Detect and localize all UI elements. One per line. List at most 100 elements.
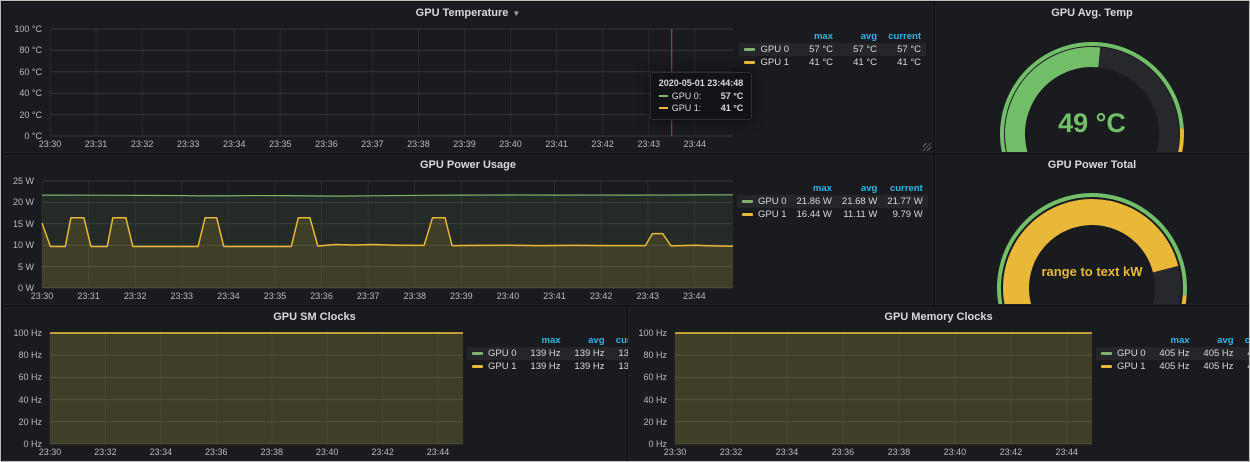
panel-title-gpu-temperature[interactable]: GPU Temperature▼ <box>4 4 932 22</box>
x-axis-label: 23:30 <box>33 139 67 149</box>
legend-value-max: 139 Hz <box>522 360 566 373</box>
legend-value-max: 139 Hz <box>522 347 566 360</box>
y-axis-label: 80 Hz <box>4 350 42 360</box>
legend-header-avg[interactable]: avg <box>1195 334 1239 347</box>
x-axis-label: 23:38 <box>255 447 289 457</box>
legend-series-gpu0[interactable]: GPU 0 <box>488 348 517 359</box>
x-axis-label: 23:40 <box>491 291 525 301</box>
chart-tooltip: 2020-05-01 23:44:48 GPU 0: 57 °C GPU 1: … <box>650 72 753 120</box>
legend-series-gpu0[interactable]: GPU 0 <box>758 196 787 207</box>
panel-gpu-sm-clocks: GPU SM Clocks 0 Hz20 Hz40 Hz60 Hz80 Hz10… <box>3 307 626 461</box>
x-axis-label: 23:43 <box>631 291 665 301</box>
legend-value-avg: 405 Hz <box>1195 360 1239 373</box>
x-axis-label: 23:40 <box>310 447 344 457</box>
x-axis-label: 23:31 <box>72 291 106 301</box>
legend-series-gpu1[interactable]: GPU 1 <box>488 361 517 372</box>
series-dash <box>472 365 483 368</box>
tooltip-series-label: GPU 1: <box>672 103 702 113</box>
x-axis-label: 23:31 <box>79 139 113 149</box>
panel-gpu-memory-clocks: GPU Memory Clocks 0 Hz20 Hz40 Hz60 Hz80 … <box>628 307 1249 461</box>
legend-header-max[interactable]: max <box>792 182 837 195</box>
gpu-sm-clocks-chart[interactable]: 0 Hz20 Hz40 Hz60 Hz80 Hz100 Hz23:3023:32… <box>4 326 467 460</box>
chevron-down-icon: ▼ <box>512 9 520 18</box>
x-axis-label: 23:40 <box>938 447 972 457</box>
x-axis-label: 23:36 <box>826 447 860 457</box>
x-axis-label: 23:30 <box>33 447 67 457</box>
legend-header-avg[interactable]: avg <box>838 30 882 43</box>
legend-row-gpu0: GPU 0 21.86 W 21.68 W 21.77 W <box>737 195 928 208</box>
gauge-svg: range to text kW <box>936 174 1248 304</box>
legend-gpu-temperature: max avg current GPU 0 57 °C 57 °C 57 °C … <box>737 22 932 152</box>
legend-table: max avg current GPU 0 405 Hz 405 Hz 405 … <box>1096 334 1250 373</box>
gpu-power-usage-chart[interactable]: 0 W5 W10 W15 W20 W25 W23:3023:3123:3223:… <box>4 174 737 304</box>
sm-plot-area[interactable] <box>4 326 467 460</box>
y-axis-label: 80 °C <box>4 45 42 55</box>
legend-series-gpu1[interactable]: GPU 1 <box>1117 361 1146 372</box>
legend-header-max[interactable]: max <box>794 30 838 43</box>
legend-gpu-memory-clocks: max avg current GPU 0 405 Hz 405 Hz 405 … <box>1096 326 1248 460</box>
legend-header-current[interactable]: current <box>1239 334 1250 347</box>
series-dash <box>1101 352 1112 355</box>
legend-value-avg: 405 Hz <box>1195 347 1239 360</box>
legend-header-current[interactable]: current <box>882 30 926 43</box>
legend-value-avg: 41 °C <box>838 56 882 69</box>
legend-value-max: 405 Hz <box>1151 360 1195 373</box>
legend-row-gpu1: GPU 1 405 Hz 405 Hz 405 Hz <box>1096 360 1250 373</box>
x-axis-label: 23:44 <box>1050 447 1084 457</box>
legend-row-gpu0: GPU 0 139 Hz 139 Hz 139 Hz <box>467 347 654 360</box>
legend-series-gpu0[interactable]: GPU 0 <box>760 44 789 55</box>
tooltip-series-value: 41 °C <box>709 103 744 113</box>
panel-title-gpu-avg-temp[interactable]: GPU Avg. Temp <box>936 4 1248 22</box>
x-axis-label: 23:32 <box>88 447 122 457</box>
legend-series-gpu1[interactable]: GPU 1 <box>758 209 787 220</box>
legend-header-max[interactable]: max <box>522 334 566 347</box>
x-axis-label: 23:34 <box>211 291 245 301</box>
panel-title-gpu-memory-clocks[interactable]: GPU Memory Clocks <box>629 308 1248 326</box>
x-axis-label: 23:35 <box>258 291 292 301</box>
panel-title-text: GPU Power Total <box>1048 159 1136 171</box>
x-axis-label: 23:33 <box>171 139 205 149</box>
y-axis-label: 20 Hz <box>629 417 667 427</box>
legend-header-max[interactable]: max <box>1151 334 1195 347</box>
x-axis-label: 23:30 <box>25 291 59 301</box>
mem-plot-area[interactable] <box>629 326 1096 460</box>
x-axis-label: 23:42 <box>584 291 618 301</box>
legend-value-max: 21.86 W <box>792 195 837 208</box>
x-axis-label: 23:35 <box>263 139 297 149</box>
temp-plot-area[interactable] <box>4 22 737 152</box>
gauge-value-text: range to text kW <box>1041 264 1143 279</box>
x-axis-label: 23:41 <box>538 291 572 301</box>
x-axis-label: 23:33 <box>165 291 199 301</box>
legend-series-gpu0[interactable]: GPU 0 <box>1117 348 1146 359</box>
series-dash <box>744 48 755 51</box>
legend-header-current[interactable]: current <box>882 182 927 195</box>
gpu-avg-temp-gauge: 49 °C <box>936 22 1248 152</box>
y-axis-label: 10 W <box>4 240 34 250</box>
legend-header-avg[interactable]: avg <box>837 182 882 195</box>
x-axis-label: 23:30 <box>658 447 692 457</box>
legend-series-gpu1[interactable]: GPU 1 <box>760 57 789 68</box>
y-axis-label: 20 °C <box>4 110 42 120</box>
legend-gpu-sm-clocks: max avg current GPU 0 139 Hz 139 Hz 139 … <box>467 326 625 460</box>
power-plot-area[interactable] <box>4 174 737 304</box>
panel-title-gpu-power-usage[interactable]: GPU Power Usage <box>4 156 932 174</box>
panel-title-gpu-sm-clocks[interactable]: GPU SM Clocks <box>4 308 625 326</box>
grafana-dashboard: GPU Temperature▼ 2020-05-01 23:44:48 GPU… <box>0 0 1250 462</box>
panel-title-gpu-power-total[interactable]: GPU Power Total <box>936 156 1248 174</box>
legend-value-current: 57 °C <box>882 43 926 56</box>
x-axis-label: 23:32 <box>714 447 748 457</box>
panel-resize-handle[interactable] <box>923 143 931 151</box>
legend-value-current: 405 Hz <box>1239 360 1250 373</box>
gpu-memory-clocks-chart[interactable]: 0 Hz20 Hz40 Hz60 Hz80 Hz100 Hz23:3023:32… <box>629 326 1096 460</box>
y-axis-label: 60 °C <box>4 67 42 77</box>
tooltip-row: GPU 1: 41 °C <box>659 103 744 113</box>
x-axis-label: 23:42 <box>994 447 1028 457</box>
tooltip-timestamp: 2020-05-01 23:44:48 <box>659 78 744 88</box>
legend-value-avg: 57 °C <box>838 43 882 56</box>
legend-value-current: 405 Hz <box>1239 347 1250 360</box>
gpu-temperature-chart[interactable]: 2020-05-01 23:44:48 GPU 0: 57 °C GPU 1: … <box>4 22 737 152</box>
legend-header-avg[interactable]: avg <box>566 334 610 347</box>
tooltip-row: GPU 0: 57 °C <box>659 91 744 101</box>
legend-value-current: 21.77 W <box>882 195 927 208</box>
y-axis-label: 25 W <box>4 176 34 186</box>
